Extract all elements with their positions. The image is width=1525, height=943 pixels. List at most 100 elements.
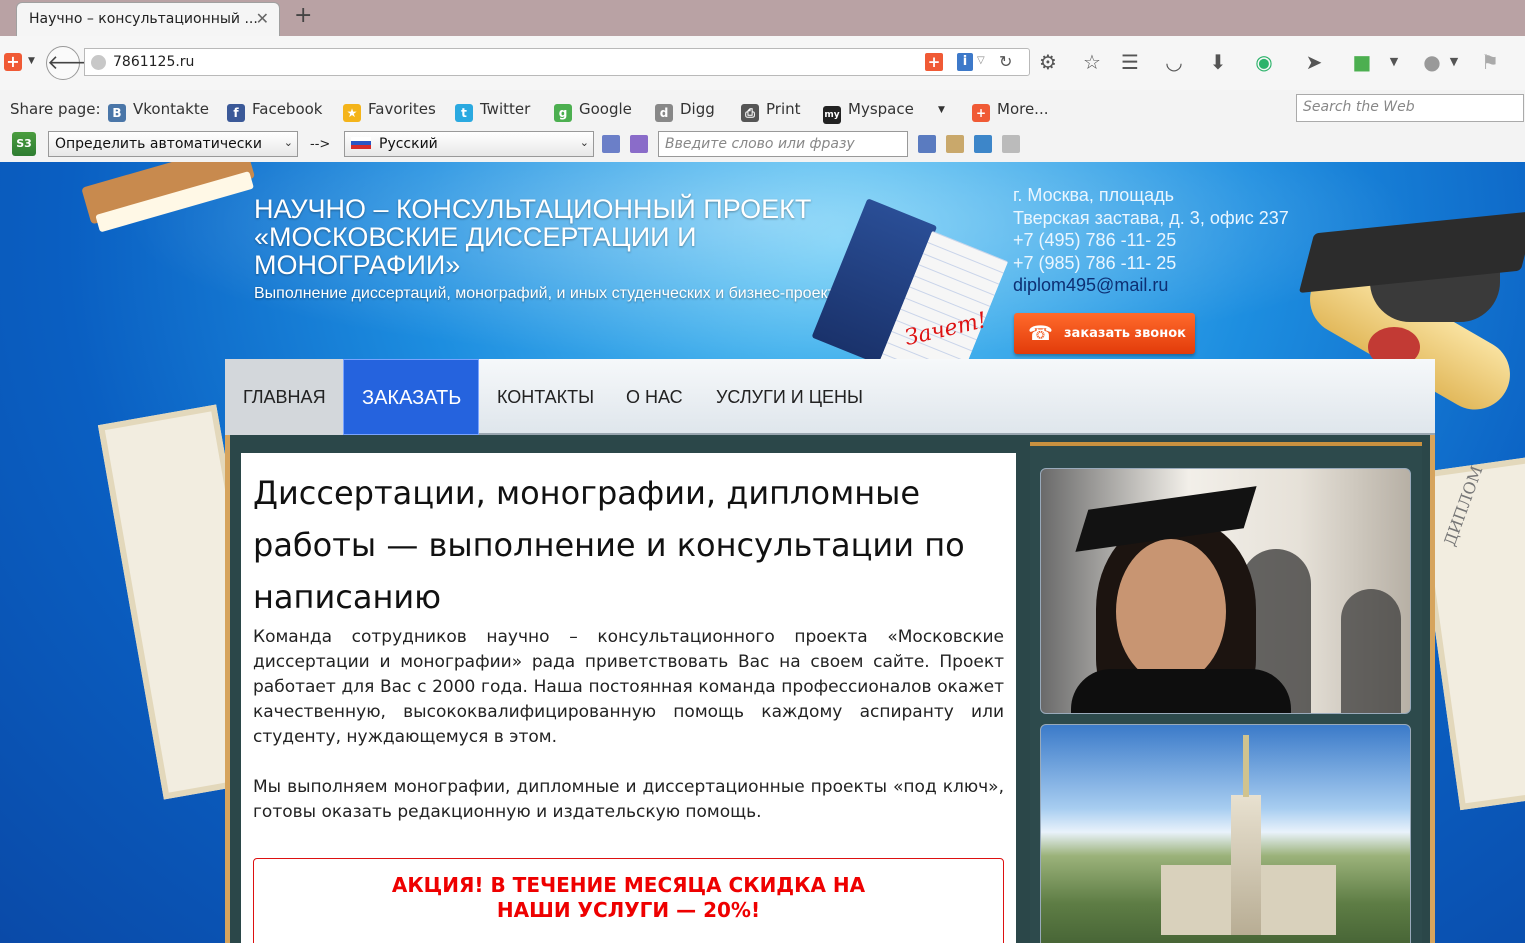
share-facebook[interactable]: f Facebook bbox=[227, 100, 322, 122]
share-more[interactable]: + More... bbox=[972, 100, 1049, 122]
main-navigation: ГЛАВНАЯ ЗАКАЗАТЬ КОНТАКТЫ О НАС УСЛУГИ И… bbox=[225, 359, 1435, 435]
share-twitter[interactable]: t Twitter bbox=[455, 100, 530, 122]
dictionary-icon[interactable] bbox=[918, 135, 936, 153]
address-line-1: г. Москва, площадь bbox=[1013, 185, 1174, 205]
article-title: Диссертации, монографии, дипломные работ… bbox=[253, 474, 965, 616]
graduate-student-photo bbox=[1040, 468, 1411, 714]
share-item-label: Vkontakte bbox=[133, 100, 209, 118]
web-search-input[interactable]: Search the Web bbox=[1296, 94, 1524, 122]
navigation-toolbar: + ▼ 🡐 7861125.ru + i ▽ ↻ ⚙ ☆ ☰ ◡ ⬇ ◉ ➤ ■… bbox=[0, 36, 1525, 90]
globe-icon bbox=[91, 55, 106, 70]
nav-contacts[interactable]: КОНТАКТЫ bbox=[479, 359, 612, 435]
addthis-icon[interactable]: + bbox=[925, 53, 943, 71]
article-paragraph-1: Команда сотрудников научно – консультаци… bbox=[253, 627, 1004, 747]
share-item-label: Twitter bbox=[480, 100, 531, 118]
pocket-icon[interactable]: ◡ bbox=[1162, 50, 1186, 74]
chevron-down-icon: ⌄ bbox=[579, 136, 589, 149]
phone-icon: ☎ bbox=[1028, 321, 1053, 345]
star-icon: ★ bbox=[343, 104, 361, 122]
bookmarks-list-icon[interactable]: ☰ bbox=[1118, 50, 1142, 74]
tab-strip: Научно – консультационный ... ✕ + bbox=[0, 0, 1525, 36]
site-title[interactable]: НАУЧНО – КОНСУЛЬТАЦИОННЫЙ ПРОЕКТ «МОСКОВ… bbox=[254, 195, 874, 279]
digg-icon: d bbox=[655, 104, 673, 122]
address-bar[interactable]: 7861125.ru + i ▽ ↻ bbox=[84, 48, 1030, 76]
site-slogan: Выполнение диссертаций, монографий, и ин… bbox=[254, 285, 857, 302]
translate-toolbar: S3 Определить автоматически ⌄ --> Русски… bbox=[0, 128, 1525, 162]
share-favorites[interactable]: ★ Favorites bbox=[343, 100, 436, 122]
translate-text-icon[interactable] bbox=[630, 135, 648, 153]
facebook-icon: f bbox=[227, 104, 245, 122]
share-item-label: Digg bbox=[680, 100, 715, 118]
clipboard-icon[interactable] bbox=[946, 135, 964, 153]
s3-translator-logo-icon[interactable]: S3 bbox=[12, 132, 36, 156]
callback-label: заказать звонок bbox=[1064, 326, 1186, 341]
back-button[interactable]: 🡐 bbox=[46, 46, 101, 80]
email-link[interactable]: diplom495@mail.ru bbox=[1013, 274, 1289, 297]
promo-box: АКЦИЯ! В ТЕЧЕНИЕ МЕСЯЦА СКИДКА НА НАШИ У… bbox=[253, 858, 1004, 943]
main-article: Диссертации, монографии, дипломные работ… bbox=[241, 453, 1016, 943]
myspace-icon: my bbox=[823, 106, 841, 124]
sidebar bbox=[1030, 442, 1422, 943]
url-dropdown-icon[interactable]: ▽ bbox=[977, 55, 985, 66]
menu-dropdown-icon[interactable]: ▼ bbox=[28, 56, 35, 66]
russia-flag-icon bbox=[351, 137, 371, 149]
translate-direction-arrow: --> bbox=[310, 137, 331, 152]
flag-icon[interactable]: ⚑ bbox=[1478, 50, 1502, 74]
printer-icon: ⎙ bbox=[741, 104, 759, 122]
share-item-label: Facebook bbox=[252, 100, 323, 118]
target-language-select[interactable]: Русский ⌄ bbox=[344, 131, 594, 157]
nav-about[interactable]: О НАС bbox=[608, 359, 701, 435]
share-more-dropdown-icon[interactable]: ▼ bbox=[938, 105, 945, 115]
tab-title: Научно – консультационный ... bbox=[29, 11, 258, 27]
moscow-university-photo bbox=[1040, 724, 1411, 943]
download-icon[interactable]: ⬇ bbox=[1206, 50, 1230, 74]
info-icon[interactable]: i bbox=[957, 53, 973, 71]
translate-page-icon[interactable] bbox=[602, 135, 620, 153]
options-icon[interactable] bbox=[1002, 135, 1020, 153]
extension-icon[interactable]: ⚙ bbox=[1036, 50, 1060, 74]
twitter-icon: t bbox=[455, 104, 473, 122]
s3-dropdown-icon[interactable]: ▼ bbox=[1382, 50, 1406, 74]
contact-block: г. Москва, площадь Тверская застава, д. … bbox=[1013, 184, 1289, 297]
article-paragraph-2: Мы выполняем монографии, дипломные и дис… bbox=[253, 777, 1004, 822]
new-tab-button[interactable]: + bbox=[294, 3, 312, 28]
tab-close-icon[interactable]: ✕ bbox=[256, 9, 269, 28]
reload-icon[interactable]: ↻ bbox=[999, 52, 1012, 71]
grammarly-icon[interactable]: ◉ bbox=[1252, 50, 1276, 74]
google-icon: g bbox=[554, 104, 572, 122]
order-callback-button[interactable]: ☎ заказать звонок bbox=[1014, 313, 1195, 354]
browser-tab[interactable]: Научно – консультационный ... ✕ bbox=[16, 2, 280, 36]
settings-icon[interactable] bbox=[974, 135, 992, 153]
share-item-label: Myspace bbox=[848, 100, 914, 118]
share-digg[interactable]: d Digg bbox=[655, 100, 715, 122]
share-item-label: Google bbox=[579, 100, 632, 118]
send-icon[interactable]: ➤ bbox=[1302, 50, 1326, 74]
source-language-select[interactable]: Определить автоматически ⌄ bbox=[48, 131, 298, 157]
web-page: ДИПЛОМ НАУЧНО – КОНСУЛЬТАЦИОННЫЙ ПРОЕКТ … bbox=[0, 162, 1525, 943]
adblock-icon[interactable]: ● bbox=[1420, 50, 1444, 74]
graduation-cap-illustration bbox=[1298, 210, 1525, 332]
share-toolbar: Share page: B Vkontakte f Facebook ★ Favori… bbox=[0, 90, 1525, 128]
nav-order[interactable]: ЗАКАЗАТЬ bbox=[343, 359, 479, 435]
share-label: Share page: bbox=[10, 100, 101, 118]
nav-home[interactable]: ГЛАВНАЯ bbox=[225, 359, 343, 435]
address-line-2: Тверская застава, д. 3, офис 237 bbox=[1013, 207, 1289, 228]
s3-translator-icon[interactable]: ■ bbox=[1350, 50, 1374, 74]
url-text[interactable]: 7861125.ru bbox=[113, 54, 194, 70]
phone-1: +7 (495) 786 -11- 25 bbox=[1013, 230, 1177, 250]
share-vkontakte[interactable]: B Vkontakte bbox=[108, 100, 209, 122]
browser-menu-button[interactable]: + bbox=[4, 53, 22, 71]
bookmark-star-icon[interactable]: ☆ bbox=[1080, 50, 1104, 74]
plus-icon: + bbox=[972, 104, 990, 122]
promo-text: АКЦИЯ! В ТЕЧЕНИЕ МЕСЯЦА СКИДКА НА НАШИ У… bbox=[391, 873, 866, 922]
share-google[interactable]: g Google bbox=[554, 100, 632, 122]
chevron-down-icon: ⌄ bbox=[283, 136, 293, 149]
share-myspace[interactable]: my Myspace bbox=[823, 100, 914, 124]
nav-services-prices[interactable]: УСЛУГИ И ЦЕНЫ bbox=[698, 359, 881, 435]
word-translate-input[interactable]: Введите слово или фразу bbox=[658, 131, 908, 157]
vkontakte-icon: B bbox=[108, 104, 126, 122]
share-print[interactable]: ⎙ Print bbox=[741, 100, 801, 122]
adblock-dropdown-icon[interactable]: ▼ bbox=[1442, 50, 1466, 74]
share-item-label: Print bbox=[766, 100, 801, 118]
target-language-value: Русский bbox=[379, 136, 438, 152]
